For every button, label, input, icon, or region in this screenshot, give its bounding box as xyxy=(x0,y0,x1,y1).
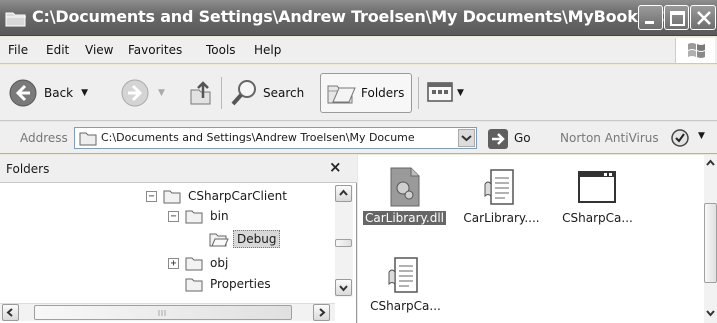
tree-item-bin[interactable]: − bin xyxy=(168,206,232,226)
go-label: Go xyxy=(514,131,531,145)
views-button[interactable]: ▼ xyxy=(426,71,464,115)
address-dropdown-button[interactable] xyxy=(458,129,475,147)
folder-icon xyxy=(79,132,97,146)
scroll-right-button[interactable] xyxy=(313,304,330,321)
toolbar-separator xyxy=(221,77,222,109)
up-folder-icon xyxy=(190,81,211,105)
tree-item-label: bin xyxy=(210,209,229,223)
exe-window-icon xyxy=(578,171,616,203)
menu-view[interactable]: View xyxy=(85,43,113,57)
tree-item-csharpcarclient[interactable]: − CSharpCarClient xyxy=(146,186,290,206)
explorer-window: C:\Documents and Settings\Andrew Troelse… xyxy=(0,0,717,323)
tree-item-properties[interactable]: Properties xyxy=(185,274,274,294)
file-item[interactable]: CSharpCa... xyxy=(550,161,645,231)
folder-icon xyxy=(5,9,27,27)
file-label: CSharpCa... xyxy=(562,211,633,225)
files-pane: CarLibrary.dll CarLibrary.... CSharpCa..… xyxy=(358,155,717,323)
folders-pane: Folders × − CSharpCarClient − bin Debug … xyxy=(0,155,357,323)
open-folder-icon xyxy=(209,233,229,246)
title-bar[interactable]: C:\Documents and Settings\Andrew Troelse… xyxy=(0,0,717,36)
file-label: CarLibrary.... xyxy=(463,211,540,225)
scroll-down-icon[interactable] xyxy=(705,307,716,319)
go-button[interactable]: Go xyxy=(487,128,547,150)
menu-edit[interactable]: Edit xyxy=(46,43,69,57)
config-scroll-icon xyxy=(388,257,418,293)
collapse-icon[interactable]: − xyxy=(168,210,179,222)
close-button[interactable] xyxy=(690,5,716,30)
views-dropdown-icon[interactable]: ▼ xyxy=(457,88,464,98)
dll-gear-icon xyxy=(390,167,420,207)
file-label: CarLibrary.dll xyxy=(363,211,447,225)
scroll-up-icon[interactable] xyxy=(705,157,716,169)
forward-dropdown-icon[interactable]: ▼ xyxy=(158,88,165,98)
tree-item-label: CSharpCarClient xyxy=(188,189,287,203)
maximize-button[interactable] xyxy=(664,5,689,30)
folders-icon xyxy=(327,85,356,104)
file-item[interactable]: CarLibrary.... xyxy=(454,161,549,231)
config-scroll-icon xyxy=(484,169,514,205)
collapse-icon[interactable]: − xyxy=(146,190,157,202)
file-label: CSharpCa... xyxy=(370,299,441,313)
expand-icon[interactable]: + xyxy=(168,257,179,269)
scroll-thumb[interactable] xyxy=(335,239,352,247)
folders-vertical-scrollbar[interactable] xyxy=(335,185,353,297)
menu-help[interactable]: Help xyxy=(254,43,281,57)
folders-pane-header: Folders × xyxy=(0,155,357,183)
address-value: C:\Documents and Settings\Andrew Troelse… xyxy=(101,131,415,144)
address-label: Address xyxy=(20,131,68,145)
folder-icon xyxy=(185,278,203,291)
back-arrow-icon xyxy=(9,79,37,107)
scroll-thumb[interactable] xyxy=(34,305,292,320)
scroll-left-button[interactable] xyxy=(2,304,19,321)
tree-item-obj[interactable]: + obj xyxy=(168,253,231,273)
address-input[interactable]: C:\Documents and Settings\Andrew Troelse… xyxy=(74,127,477,149)
views-icon xyxy=(427,82,453,102)
back-label: Back xyxy=(44,86,74,100)
scroll-thumb[interactable] xyxy=(704,203,717,283)
search-button[interactable]: Search xyxy=(230,71,304,115)
folder-icon xyxy=(185,257,203,270)
menu-favorites[interactable]: Favorites xyxy=(128,43,182,57)
scroll-up-button[interactable] xyxy=(335,185,352,202)
tree-item-label-selected: Debug xyxy=(233,230,281,248)
menu-file[interactable]: File xyxy=(8,43,28,57)
back-dropdown-icon[interactable]: ▼ xyxy=(81,88,88,98)
address-bar: Address C:\Documents and Settings\Andrew… xyxy=(0,122,717,154)
folders-horizontal-scrollbar[interactable] xyxy=(0,303,335,321)
folder-icon xyxy=(163,190,181,203)
window-title: C:\Documents and Settings\Andrew Troelse… xyxy=(32,7,695,26)
file-item[interactable]: CarLibrary.dll xyxy=(358,161,453,231)
go-arrow-icon xyxy=(488,129,508,149)
norton-shield-icon[interactable] xyxy=(670,128,690,148)
files-vertical-scrollbar[interactable] xyxy=(704,155,717,323)
folders-pane-close-icon[interactable]: × xyxy=(329,158,342,176)
standard-toolbar: Back ▼ ▼ Search Folders ▼ xyxy=(0,65,717,121)
up-folder-button[interactable] xyxy=(186,71,216,115)
menu-bar: File Edit View Favorites Tools Help xyxy=(0,37,717,64)
tree-item-label: Properties xyxy=(210,277,271,291)
tree-item-label: obj xyxy=(210,256,229,270)
folders-pane-title: Folders xyxy=(6,162,50,176)
scroll-down-button[interactable] xyxy=(335,279,352,296)
forward-arrow-icon xyxy=(121,79,149,107)
file-item[interactable]: CSharpCa... xyxy=(358,249,453,319)
tree-item-debug[interactable]: Debug xyxy=(209,229,281,249)
folders-button[interactable]: Folders xyxy=(320,73,412,113)
norton-antivirus-label: Norton AntiVirus xyxy=(560,131,659,145)
folder-icon xyxy=(185,210,203,223)
folders-label: Folders xyxy=(361,86,405,100)
toolbar-separator xyxy=(418,77,419,109)
norton-dropdown-icon[interactable]: ▼ xyxy=(698,131,705,141)
windows-logo xyxy=(675,38,715,63)
search-icon xyxy=(231,80,256,106)
search-label: Search xyxy=(263,86,305,100)
minimize-button[interactable] xyxy=(638,5,663,30)
forward-button[interactable]: ▼ xyxy=(120,71,165,115)
back-button[interactable]: Back ▼ xyxy=(8,71,88,115)
menu-tools[interactable]: Tools xyxy=(206,43,236,57)
